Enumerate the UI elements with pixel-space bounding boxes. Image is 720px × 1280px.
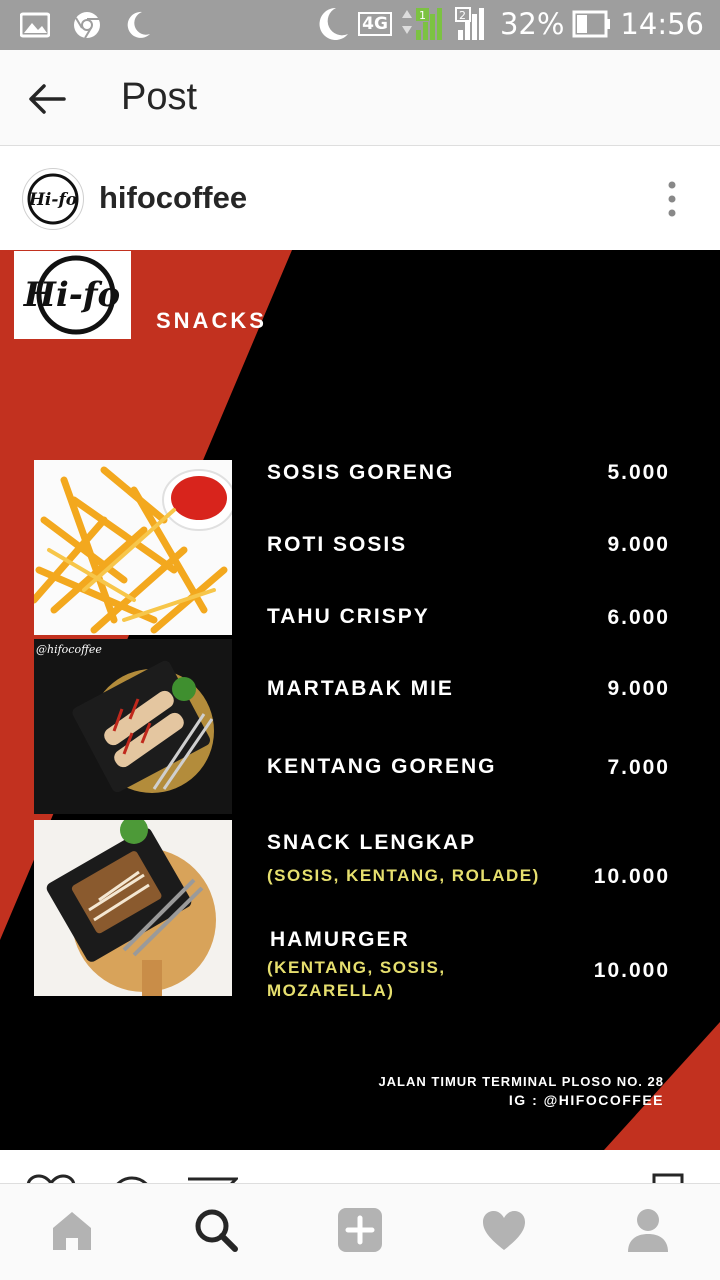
moon-icon	[319, 7, 349, 40]
menu-item-name: MARTABAK MIE	[267, 677, 454, 700]
menu-item-description: (KENTANG, SOSIS,	[267, 958, 446, 977]
page-title: Post	[121, 76, 198, 118]
gallery-icon	[20, 12, 50, 38]
svg-text:2: 2	[459, 9, 466, 22]
menu-item-description: MOZARELLA)	[267, 981, 395, 1000]
clock: 14:56	[620, 7, 704, 41]
sausage-bread-photo: @hifocoffee	[34, 639, 232, 814]
martabak-photo	[34, 820, 232, 996]
menu-heading: SNACKS	[156, 308, 267, 333]
back-arrow-icon[interactable]	[26, 78, 68, 120]
network-type: 4G	[358, 12, 392, 36]
more-options-icon[interactable]	[660, 179, 684, 219]
moon-icon	[127, 11, 150, 38]
menu-item-price: 10.000	[593, 865, 670, 888]
menu-item-price: 9.000	[607, 677, 670, 700]
menu-item-name: SOSIS GORENG	[267, 461, 455, 484]
menu-item-name: HAMURGER	[270, 928, 410, 951]
post-image[interactable]: Hi-fo SNACKS @hifocoffee SOSIS GORENG 5.…	[0, 250, 720, 1150]
post-actions	[0, 1150, 720, 1186]
menu-item-name: SNACK LENGKAP	[267, 831, 477, 854]
battery-icon	[572, 10, 611, 38]
home-icon[interactable]	[48, 1206, 96, 1254]
signal-sim1-icon: 1	[401, 8, 442, 40]
fries-photo	[34, 460, 232, 635]
svg-text:Hi-fo: Hi-fo	[28, 190, 77, 210]
menu-item-name: TAHU CRISPY	[267, 605, 430, 628]
hifo-logo: Hi-fo	[27, 173, 79, 225]
avatar[interactable]: Hi-fo	[22, 168, 84, 230]
menu-item-price: 7.000	[607, 756, 670, 779]
menu-item-name: KENTANG GORENG	[267, 755, 497, 778]
svg-text:Hi-fo: Hi-fo	[23, 275, 120, 315]
bottom-nav	[0, 1183, 720, 1280]
post-header: Hi-fo hifocoffee	[0, 147, 720, 250]
add-icon[interactable]	[336, 1206, 384, 1254]
menu-instagram: IG : @HIFOCOFFEE	[508, 1092, 664, 1108]
search-icon[interactable]	[192, 1206, 240, 1254]
post-username[interactable]: hifocoffee	[99, 180, 247, 216]
menu-address: JALAN TIMUR TERMINAL PLOSO NO. 28	[378, 1074, 664, 1089]
menu-item-price: 6.000	[607, 606, 670, 629]
svg-text:1: 1	[419, 9, 426, 22]
menu-item-name: ROTI SOSIS	[267, 533, 408, 556]
status-bar: 4G 1 2 32% 14:56	[0, 0, 720, 50]
menu-logo: Hi-fo	[14, 251, 131, 339]
chrome-icon	[74, 12, 100, 39]
signal-sim2-icon: 2	[454, 7, 484, 40]
menu-item-price: 10.000	[593, 959, 670, 982]
battery-percent: 32%	[499, 7, 565, 41]
profile-icon[interactable]	[624, 1206, 672, 1254]
action-bar: Post	[0, 50, 720, 146]
menu-item-price: 9.000	[607, 533, 670, 556]
photo-watermark: @hifocoffee	[36, 643, 102, 656]
menu-item-description: (SOSIS, KENTANG, ROLADE)	[267, 866, 540, 885]
menu-item-price: 5.000	[607, 461, 670, 484]
heart-icon[interactable]	[480, 1206, 528, 1254]
